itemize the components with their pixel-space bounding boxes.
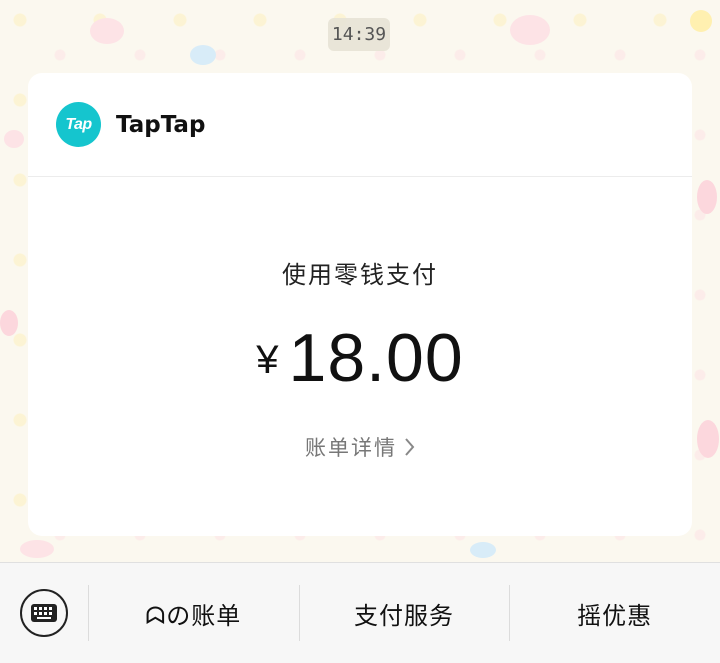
menu-item-shake-offers[interactable]: 摇优惠: [509, 563, 720, 663]
menu-item-payment-services[interactable]: 支付服务: [298, 563, 510, 663]
amount-value: 18.00: [288, 320, 464, 396]
wallpaper-decoration: [0, 310, 18, 336]
wallpaper-decoration: [697, 180, 717, 214]
merchant-name: TapTap: [116, 111, 206, 138]
wallpaper-decoration: [697, 420, 719, 458]
wallpaper-decoration: [20, 540, 54, 558]
currency-symbol: ¥: [256, 338, 279, 382]
wallpaper-decoration: [690, 10, 712, 32]
bill-detail-label: 账单详情: [305, 436, 397, 460]
message-timestamp: 14:39: [328, 18, 390, 51]
wallpaper-decoration: [470, 542, 496, 558]
card-body: 使用零钱支付 ¥ 18.00 账单详情: [28, 255, 692, 462]
wallpaper-decoration: [510, 15, 550, 45]
payment-notification-card[interactable]: Tap TapTap 使用零钱支付 ¥ 18.00 账单详情: [28, 73, 692, 536]
menu-item-my-bills[interactable]: ᗣの账单: [88, 563, 299, 663]
taptap-logo: Tap: [56, 102, 101, 147]
payment-method: 使用零钱支付: [282, 261, 438, 289]
wallpaper-decoration: [190, 45, 216, 65]
card-header: Tap TapTap: [28, 73, 692, 177]
chevron-right-icon: [405, 438, 415, 456]
menu-item-label: ᗣの账单: [145, 601, 242, 630]
keyboard-icon: [20, 589, 68, 637]
bottom-menu-bar: ᗣの账单 支付服务 摇优惠: [0, 562, 720, 663]
payment-amount: ¥ 18.00: [28, 324, 692, 392]
bill-detail-link[interactable]: 账单详情: [305, 432, 415, 462]
keyboard-toggle-button[interactable]: [0, 563, 88, 663]
wallpaper-decoration: [90, 18, 124, 44]
menu-item-label: 支付服务: [354, 601, 454, 630]
menu-item-label: 摇优惠: [577, 601, 653, 630]
wallpaper-decoration: [4, 130, 24, 148]
